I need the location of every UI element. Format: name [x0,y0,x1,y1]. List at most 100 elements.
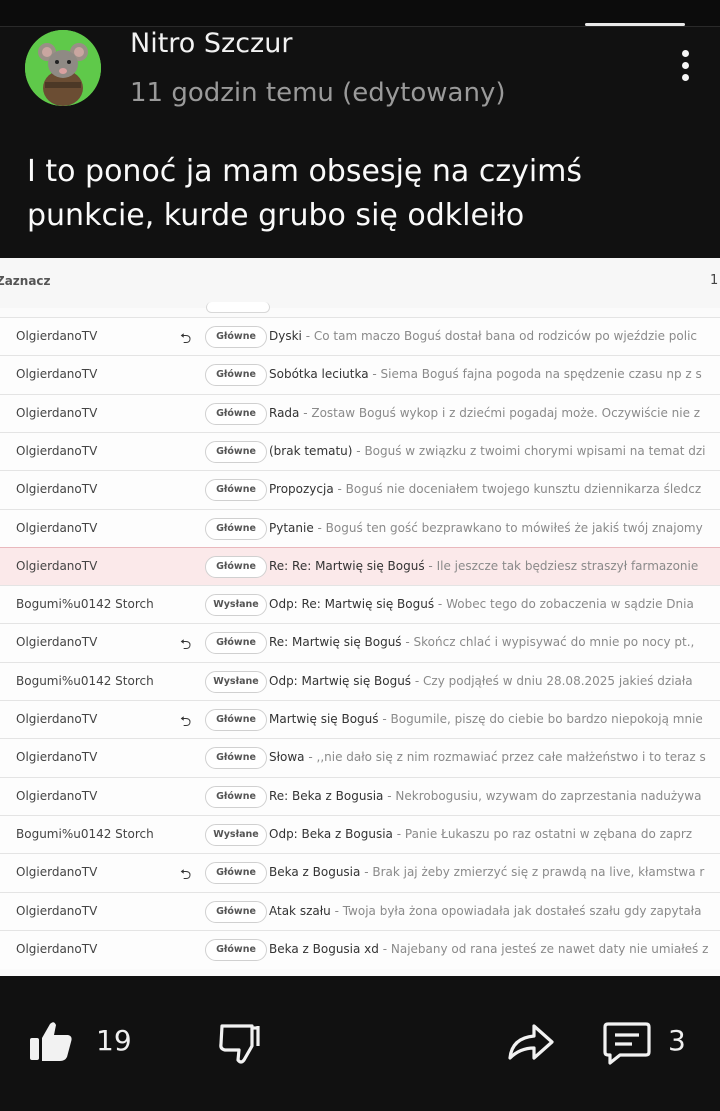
tag-stub [206,302,270,313]
sender-name: OlgierdanoTV [16,405,98,420]
category-tag[interactable]: Główne [205,632,267,655]
mail-subject: Sobótka leciutka - Siema Boguś fajna pog… [269,367,702,381]
category-tag[interactable]: Główne [205,440,267,463]
mail-subject: Dyski - Co tam maczo Boguś dostał bana o… [269,329,697,343]
category-tag[interactable]: Główne [205,517,267,540]
mail-subject: Propozycja - Boguś nie doceniałem twojeg… [269,482,701,496]
sender-name: OlgierdanoTV [16,635,98,650]
table-row[interactable]: OlgierdanoTV Główne Pytanie - Boguś ten go… [0,508,720,548]
subject-text: Re: Re: Martwię się Boguś [269,558,425,573]
table-row[interactable]: OlgierdanoTV Główne Re: Beka z Bogusia - N… [0,776,720,816]
category-tag[interactable]: Wysłane [205,594,267,617]
mail-subject: Odp: Martwię się Boguś - Czy podjąłeś w … [269,674,693,688]
mail-preview: - Czy podjąłeś w dniu 28.08.2025 jakieś … [411,673,693,688]
category-tag[interactable]: Główne [205,785,267,808]
subject-text: Odp: Beka z Bogusia [269,826,393,841]
category-tag[interactable]: Główne [205,479,267,502]
reply-icon: ⮌ [180,714,192,730]
post-text: I to ponoć ja mam obsesję na czyimś punk… [27,154,583,233]
subject-text: Beka z Bogusia xd [269,941,379,956]
table-row[interactable]: Bogumi%u0142 Storch Wysłane Odp: Beka z Bo… [0,814,720,854]
more-options-icon[interactable] [672,50,698,86]
table-row[interactable]: OlgierdanoTV Główne Rada - Zostaw Boguś wy… [0,393,720,433]
sender-name: Bogumi%u0142 Storch [16,826,154,841]
mail-preview: - Panie Łukaszu po raz ostatni w zębana … [392,826,693,841]
sender-name: OlgierdanoTV [16,941,98,956]
sender-name: OlgierdanoTV [16,329,98,343]
avatar-rat-icon [25,30,101,106]
mail-preview: - Wobec tego do zobaczenia w sądzie Dnia [434,597,694,612]
share-icon[interactable] [506,1020,556,1064]
mail-preview: - Siema Boguś fajna pogoda na spędzenie … [368,367,702,382]
table-row[interactable]: Bogumi%u0142 Storch Wysłane Odp: Martwię s… [0,661,720,701]
mail-subject: Beka z Bogusia xd - Najebany od rana jes… [269,942,708,956]
mail-preview: - Boguś nie doceniałem twojego kunsztu d… [333,482,702,497]
table-row[interactable]: OlgierdanoTV Główne Słowa - ,,nie dało się… [0,738,720,778]
thumbs-down-icon[interactable] [216,1020,262,1066]
sender-name: OlgierdanoTV [16,443,98,458]
subject-text: Atak szału [269,903,331,918]
category-tag[interactable]: Główne [205,747,267,770]
table-row[interactable]: OlgierdanoTV Główne (brak tematu) - Boguś … [0,431,720,471]
category-tag[interactable]: Główne [205,402,267,425]
table-row[interactable]: OlgierdanoTV ⮌ Główne Re: Martwię się Boguś… [0,623,720,663]
table-row[interactable]: OlgierdanoTV ⮌ Główne Martwię się Boguś - B… [0,700,720,739]
category-tag[interactable]: Wysłane [205,823,267,846]
select-label: Zaznacz [0,274,51,288]
table-row[interactable]: OlgierdanoTV Główne Beka z Bogusia xd - Na… [0,929,720,969]
subject-text: Pytanie [269,520,314,535]
sender-name: OlgierdanoTV [16,865,98,880]
subject-text: Re: Martwię się Boguś [269,635,402,650]
page-count: 1 [710,273,719,288]
category-tag[interactable]: Główne [205,938,267,961]
reply-icon: ⮌ [180,867,192,884]
table-row[interactable]: OlgierdanoTV Główne Re: Re: Martwię się Bo… [0,546,720,587]
sender-name: OlgierdanoTV [16,520,98,535]
subject-text: Odp: Re: Martwię się Boguś [269,597,435,612]
mail-preview: - Boguś w związku z twoimi chorymi wpisa… [352,443,706,458]
category-tag[interactable]: Główne [205,555,267,578]
subject-text: (brak tematu) [269,443,353,458]
comment-icon[interactable] [602,1020,652,1066]
table-row[interactable]: OlgierdanoTV Główne Propozycja - Boguś nie… [0,470,720,510]
category-tag[interactable]: Główne [205,326,267,348]
mail-preview: - Nekrobogusiu, wzywam do zaprzestania n… [383,788,702,803]
category-tag[interactable]: Główne [205,862,267,885]
mail-preview: - Brak jaj żeby zmierzyć się z prawdą na… [360,865,705,880]
category-tag[interactable]: Wysłane [205,670,267,693]
mail-subject: Odp: Beka z Bogusia - Panie Łukaszu po r… [269,827,692,841]
mail-preview: - ,,nie dało się z nim rozmawiać przez c… [304,750,706,765]
subject-text: Martwię się Boguś [269,712,379,726]
author-name[interactable]: Nitro Szczur [130,28,292,59]
sender-name: Bogumi%u0142 Storch [16,597,154,612]
category-tag[interactable]: Główne [205,364,267,387]
sender-name: OlgierdanoTV [16,482,98,497]
status-bar-area [0,0,720,27]
table-row[interactable]: OlgierdanoTV Główne Sobótka leciutka - Sie… [0,355,720,395]
attached-screenshot[interactable]: Zaznacz 1 OlgierdanoTV ⮌ Główne Dyski - Co … [0,258,720,976]
avatar[interactable] [25,30,101,106]
sender-name: OlgierdanoTV [16,903,98,918]
category-tag[interactable]: Główne [205,900,267,923]
mail-subject: Re: Beka z Bogusia - Nekrobogusiu, wzywa… [269,789,701,803]
subject-text: Odp: Martwię się Boguś [269,673,412,688]
sender-name: OlgierdanoTV [16,750,98,765]
comments-count: 3 [668,1024,686,1057]
table-row[interactable]: OlgierdanoTV Główne Atak szału - Twoja był… [0,891,720,931]
drag-handle[interactable] [585,23,685,26]
reply-icon: ⮌ [180,637,192,654]
likes-count: 19 [96,1024,132,1057]
sender-name: OlgierdanoTV [16,558,98,573]
subject-text: Sobótka leciutka [269,367,369,382]
mail-subject: Odp: Re: Martwię się Boguś - Wobec tego … [269,597,694,611]
mail-subject: (brak tematu) - Boguś w związku z twoimi… [269,444,705,458]
table-row[interactable]: Bogumi%u0142 Storch Wysłane Odp: Re: Martw… [0,585,720,625]
thumbs-up-icon[interactable] [28,1018,74,1064]
reply-icon: ⮌ [180,331,192,347]
subject-text: Beka z Bogusia [269,865,361,880]
table-row[interactable]: OlgierdanoTV ⮌ Główne Dyski - Co tam maczo … [0,317,720,356]
sender-name: OlgierdanoTV [16,367,98,382]
table-row[interactable]: OlgierdanoTV ⮌ Główne Beka z Bogusia - Brak… [0,853,720,893]
post-timestamp: 11 godzin temu (edytowany) [130,78,506,108]
category-tag[interactable]: Główne [205,709,267,731]
